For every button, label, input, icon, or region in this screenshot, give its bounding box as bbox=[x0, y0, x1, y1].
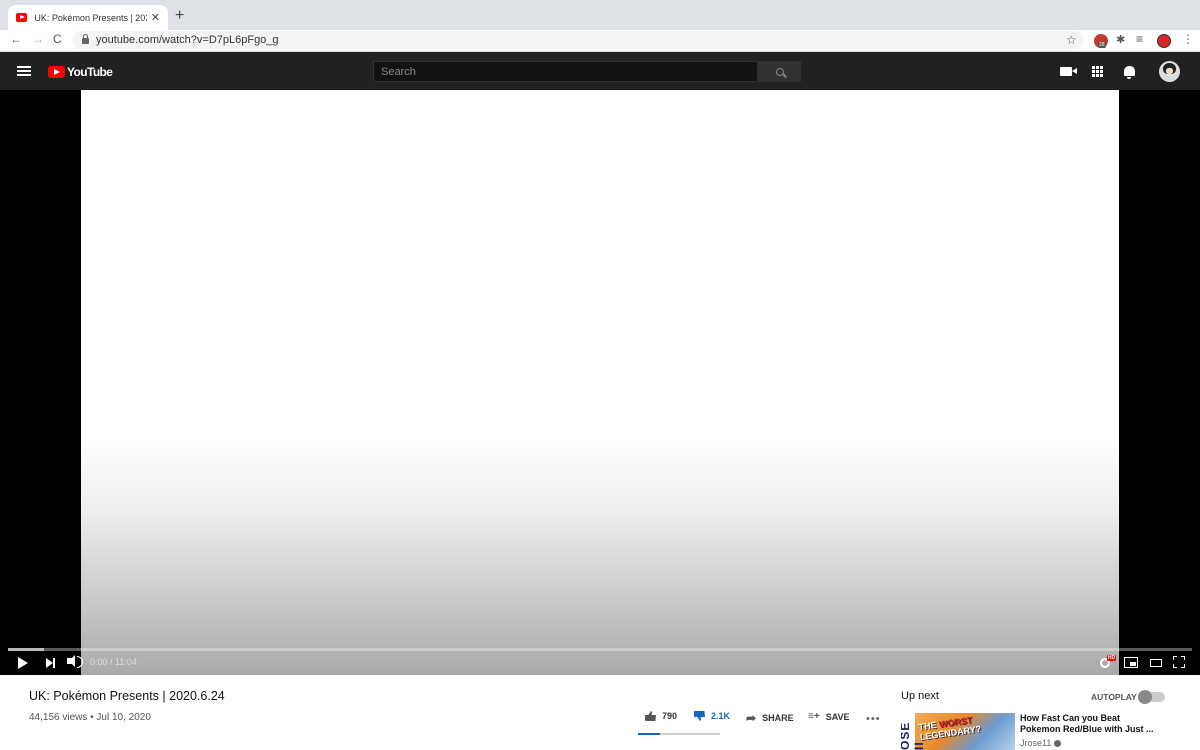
progress-buffered bbox=[8, 648, 44, 651]
sentiment-like-fill bbox=[638, 733, 661, 735]
thumbs-up-icon bbox=[645, 711, 656, 721]
fullscreen-icon[interactable] bbox=[1173, 656, 1185, 668]
save-icon: ≡+ bbox=[808, 711, 820, 722]
search-icon bbox=[775, 67, 784, 76]
extension-badge: 28 bbox=[1098, 42, 1106, 48]
url-text: youtube.com/watch?v=D7pL6pFgo_g bbox=[96, 34, 279, 46]
volume-icon[interactable] bbox=[67, 655, 83, 668]
profile-extension-icon[interactable] bbox=[1157, 34, 1171, 48]
sentiment-bar bbox=[638, 733, 720, 735]
video-camera-icon[interactable] bbox=[1060, 67, 1077, 76]
thumbs-down-icon bbox=[694, 711, 705, 721]
recommendation-title[interactable]: How Fast Can you Beat Pokemon Red/Blue w… bbox=[1020, 713, 1155, 735]
browser-menu-icon[interactable]: ⋮ bbox=[1182, 32, 1194, 46]
recommendation-channel-name: Jrose11 bbox=[1020, 738, 1052, 748]
search-input[interactable] bbox=[381, 65, 757, 78]
time-display: 0:00 / 11:04 bbox=[90, 657, 137, 667]
reload-button[interactable]: C bbox=[53, 32, 62, 46]
dislike-count: 2.1K bbox=[711, 711, 731, 721]
thumbnail-caption: THE WORST LEGENDARY? bbox=[918, 714, 982, 742]
tab-title: UK: Pokémon Presents | 2020.6.24 bbox=[34, 12, 146, 23]
share-label: SHARE bbox=[762, 713, 794, 723]
autoplay-toggle-knob bbox=[1138, 690, 1152, 704]
verified-icon bbox=[1054, 740, 1062, 747]
menu-icon[interactable] bbox=[17, 66, 31, 76]
like-count: 790 bbox=[662, 711, 678, 721]
more-actions-button[interactable]: ••• bbox=[866, 713, 881, 725]
like-button[interactable]: 790 bbox=[645, 711, 677, 721]
up-next-heading: Up next bbox=[901, 690, 939, 702]
autoplay-label: AUTOPLAY bbox=[1091, 692, 1137, 702]
apps-icon[interactable] bbox=[1092, 66, 1103, 77]
close-tab-icon[interactable]: ✕ bbox=[151, 11, 160, 24]
recommendation-channel[interactable]: Jrose11 bbox=[1020, 738, 1062, 748]
avatar[interactable] bbox=[1159, 61, 1180, 82]
recommendation-thumbnail[interactable]: OSE II THE WORST LEGENDARY? bbox=[901, 713, 1015, 750]
player-controls: 0:00 / 11:04 HD bbox=[0, 652, 1200, 675]
search-button[interactable] bbox=[758, 61, 801, 82]
dislike-button[interactable]: 2.1K bbox=[694, 711, 730, 721]
share-button[interactable]: ➦ SHARE bbox=[746, 711, 794, 725]
autoplay-toggle[interactable] bbox=[1138, 690, 1165, 704]
save-label: SAVE bbox=[825, 711, 850, 722]
save-button[interactable]: ≡+ SAVE bbox=[808, 711, 850, 722]
hd-badge: HD bbox=[1107, 655, 1117, 661]
new-tab-button[interactable]: + bbox=[175, 7, 184, 25]
bell-icon[interactable] bbox=[1124, 66, 1135, 79]
address-bar[interactable]: youtube.com/watch?v=D7pL6pFgo_g bbox=[72, 31, 1084, 49]
miniplayer-icon[interactable] bbox=[1124, 657, 1138, 668]
browser-tab-strip: UK: Pokémon Presents | 2020.6.24 ✕ + bbox=[0, 0, 1200, 30]
video-frame[interactable] bbox=[81, 90, 1119, 675]
video-title: UK: Pokémon Presents | 2020.6.24 bbox=[29, 689, 225, 703]
play-icon[interactable] bbox=[18, 657, 28, 669]
back-button[interactable]: ← bbox=[10, 32, 22, 46]
video-meta: 44,156 views • Jul 10, 2020 bbox=[29, 712, 151, 723]
forward-button[interactable]: → bbox=[32, 32, 44, 46]
search-box[interactable] bbox=[373, 61, 758, 82]
share-icon: ➦ bbox=[746, 711, 757, 725]
browser-toolbar: ← → C youtube.com/watch?v=D7pL6pFgo_g ☆ … bbox=[0, 30, 1200, 52]
youtube-logo-text: YouTube bbox=[67, 65, 113, 79]
bookmark-star-icon[interactable]: ☆ bbox=[1066, 33, 1077, 47]
lock-icon bbox=[82, 34, 89, 44]
progress-bar[interactable] bbox=[8, 648, 1192, 651]
puzzle-icon[interactable]: ✱ bbox=[1116, 33, 1125, 46]
next-icon[interactable] bbox=[46, 658, 55, 668]
reading-list-icon[interactable]: ≡ bbox=[1136, 32, 1143, 46]
video-player[interactable]: 0:00 / 11:04 HD bbox=[0, 90, 1200, 675]
youtube-favicon-icon bbox=[16, 13, 28, 22]
theater-icon[interactable] bbox=[1150, 659, 1162, 667]
youtube-logo-icon bbox=[48, 66, 65, 78]
youtube-logo[interactable]: YouTube bbox=[48, 65, 113, 79]
browser-tab[interactable]: UK: Pokémon Presents | 2020.6.24 ✕ bbox=[8, 5, 168, 30]
youtube-masthead: YouTube bbox=[0, 52, 1200, 90]
